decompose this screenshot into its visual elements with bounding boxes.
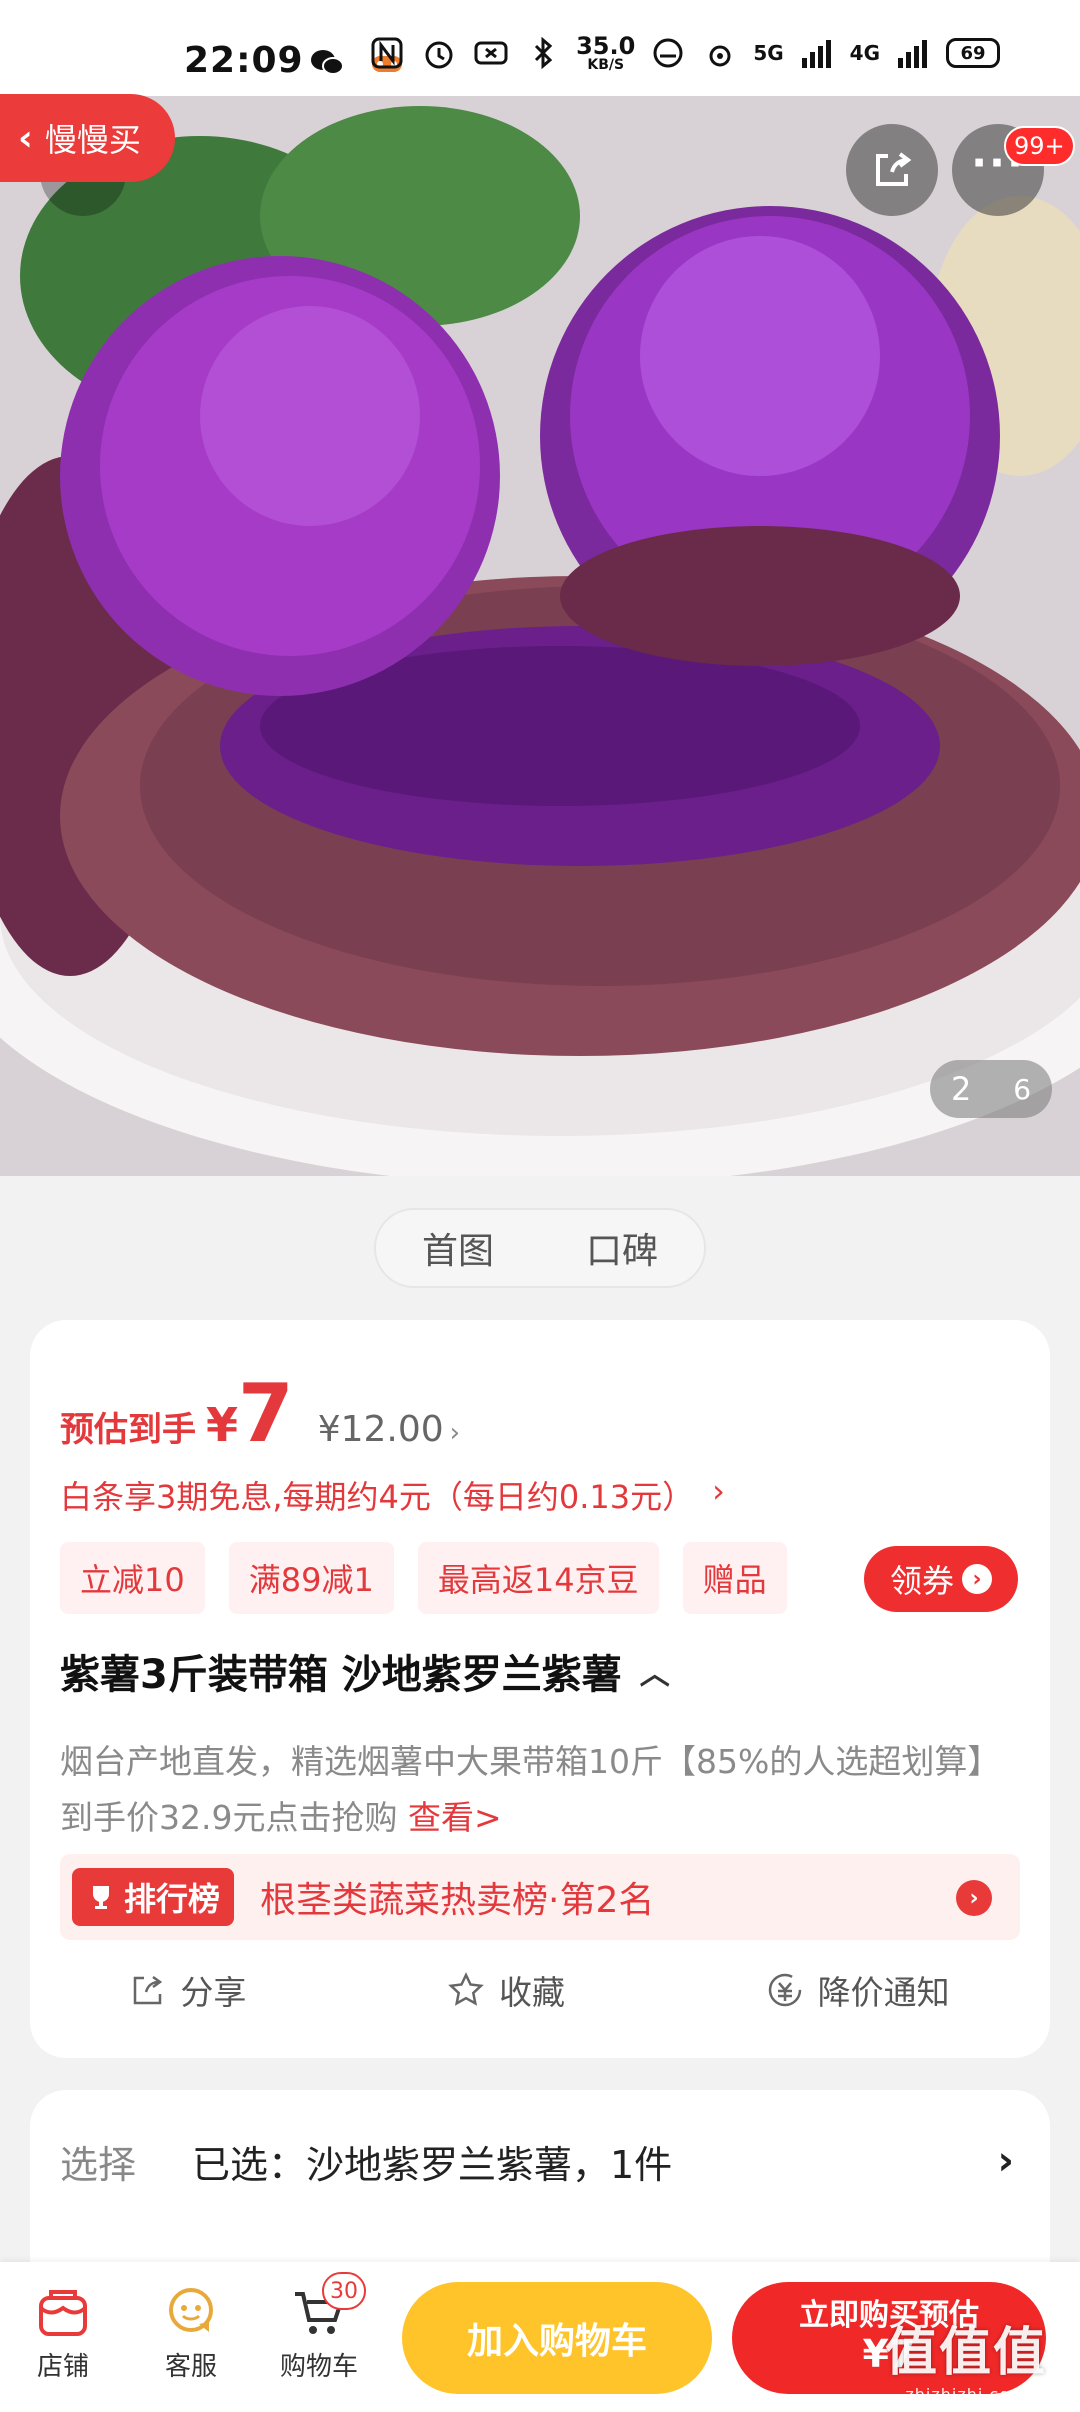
ranking-badge: 排行榜 <box>72 1868 235 1926</box>
favorite-action[interactable]: 收藏 <box>447 1966 565 2014</box>
tab-main-image[interactable]: 首图 <box>412 1222 504 1274</box>
image-type-tabs: 首图 口碑 <box>374 1208 706 1288</box>
add-to-cart-button[interactable]: 加入购物车 <box>402 2282 712 2394</box>
ranking-banner[interactable]: 排行榜 根茎类蔬菜热卖榜·第2名 › <box>60 1854 1020 1940</box>
estimate-price: 7 <box>238 1367 294 1460</box>
price-row: 预估到手 ¥ 7 ¥12.00 › <box>60 1374 460 1454</box>
mute-icon <box>474 41 508 65</box>
trophy-icon <box>93 1886 109 1909</box>
spec-selection-row[interactable]: 选择 已选：沙地紫罗兰紫薯，1件 › <box>30 2090 1050 2290</box>
signal-bars-icon <box>801 40 831 68</box>
status-bar: 22:09 35.0 KB/S 5G 4G 69 <box>0 0 1080 96</box>
installment-text: 白条享3期免息,每期约4元（每日约0.13元） <box>60 1478 695 1516</box>
site-watermark: 值值值 zhizhizhi.com <box>858 2310 1074 2410</box>
net-speed: 35.0 KB/S <box>576 32 636 73</box>
price-alert-icon <box>768 1973 801 2007</box>
chevron-right-icon: › <box>449 1418 461 1448</box>
product-title[interactable]: 紫薯3斤装带箱 沙地紫罗兰紫薯 ︿ <box>60 1642 670 1700</box>
alarm-icon <box>425 41 453 69</box>
app-status-icon <box>653 38 683 68</box>
watermark-site: zhizhizhi.com <box>905 2385 1027 2404</box>
star-icon <box>448 1972 484 2006</box>
back-to-app-button[interactable]: ‹ 慢慢买 <box>0 94 175 182</box>
signal-4g: 4G <box>849 41 880 65</box>
status-time: 22:09 <box>184 40 304 81</box>
chevron-right-icon: › <box>712 1472 725 1510</box>
price-alert-action[interactable]: 降价通知 <box>766 1966 950 2014</box>
back-app-label: 慢慢买 <box>44 121 141 159</box>
shop-icon <box>39 2290 87 2336</box>
ranking-text: 根茎类蔬菜热卖榜·第2名 <box>260 1880 655 1921</box>
selection-value: 已选：沙地紫罗兰紫薯，1件 <box>192 2143 673 2187</box>
gallery-total: 6 <box>1013 1072 1032 1106</box>
estimate-label: 预估到手 <box>60 1410 196 1450</box>
status-system-icons: 35.0 KB/S 5G 4G 69 <box>368 34 1000 72</box>
signal-bars-icon <box>898 40 927 68</box>
battery-indicator: 69 <box>946 38 1000 68</box>
get-coupon-button[interactable]: 领券 › <box>864 1546 1018 1612</box>
share-icon <box>876 152 912 186</box>
product-image-gallery[interactable] <box>0 96 1080 1176</box>
hotspot-icon <box>709 45 731 67</box>
signal-5g: 5G <box>753 41 784 65</box>
promo-tag[interactable]: 赠品 <box>682 1542 787 1614</box>
view-more-link[interactable]: 查看> <box>408 1798 502 1837</box>
coupon-label: 领券 <box>889 1562 954 1600</box>
chevron-circle-icon: › <box>962 1564 992 1594</box>
chevron-circle-icon: › <box>956 1880 992 1916</box>
share-button[interactable] <box>846 124 938 216</box>
shop-button[interactable]: 店铺 <box>18 2284 108 2383</box>
promo-tags: 立减10 满89减1 最高返14京豆 赠品 <box>60 1542 787 1614</box>
chevron-up-icon: ︿ <box>639 1657 670 1692</box>
promo-tag[interactable]: 最高返14京豆 <box>417 1542 659 1614</box>
cart-button[interactable]: 购物车 30 <box>274 2272 366 2383</box>
purple-sweet-potato-photo <box>0 96 1080 1176</box>
share-action[interactable]: 分享 <box>130 1966 246 2014</box>
chevron-right-icon: › <box>997 2138 1014 2184</box>
notification-badge: 99+ <box>1004 126 1075 166</box>
product-description: 烟台产地直发，精选烟薯中大果带箱10斤【85%的人选超划算】到手价32.9元点击… <box>60 1734 1020 1846</box>
bluetooth-icon <box>535 36 553 70</box>
installment-info[interactable]: 白条享3期免息,每期约4元（每日约0.13元） › <box>60 1472 725 1518</box>
action-row: 分享 收藏 降价通知 <box>30 1966 1050 2014</box>
watermark-logo: 值值值 <box>884 2323 1047 2383</box>
promo-tag[interactable]: 满89减1 <box>228 1542 394 1614</box>
currency-symbol: ¥ <box>206 1398 239 1452</box>
tab-reviews[interactable]: 口碑 <box>576 1222 668 1274</box>
customer-service-icon <box>169 2288 213 2332</box>
product-title-text: 紫薯3斤装带箱 沙地紫罗兰紫薯 <box>60 1652 622 1698</box>
original-price[interactable]: ¥12.00 <box>318 1409 444 1450</box>
gallery-pager: 2 6 <box>930 1060 1052 1118</box>
customer-service-button[interactable]: 客服 <box>146 2284 236 2383</box>
description-text: 烟台产地直发，精选烟薯中大果带箱10斤【85%的人选超划算】到手价32.9元点击… <box>60 1742 1001 1837</box>
wechat-icon <box>311 50 344 75</box>
cart-count-badge: 30 <box>322 2272 366 2310</box>
gallery-current-index: 2 <box>950 1070 972 1108</box>
promo-tag[interactable]: 立减10 <box>60 1542 205 1614</box>
product-info-card: 预估到手 ¥ 7 ¥12.00 › 白条享3期免息,每期约4元（每日约0.13元… <box>30 1320 1050 2058</box>
selection-label: 选择 <box>60 2143 137 2187</box>
nfc-icon <box>371 37 403 69</box>
share-icon <box>134 1975 163 2005</box>
chevron-left-icon: ‹ <box>18 117 33 159</box>
